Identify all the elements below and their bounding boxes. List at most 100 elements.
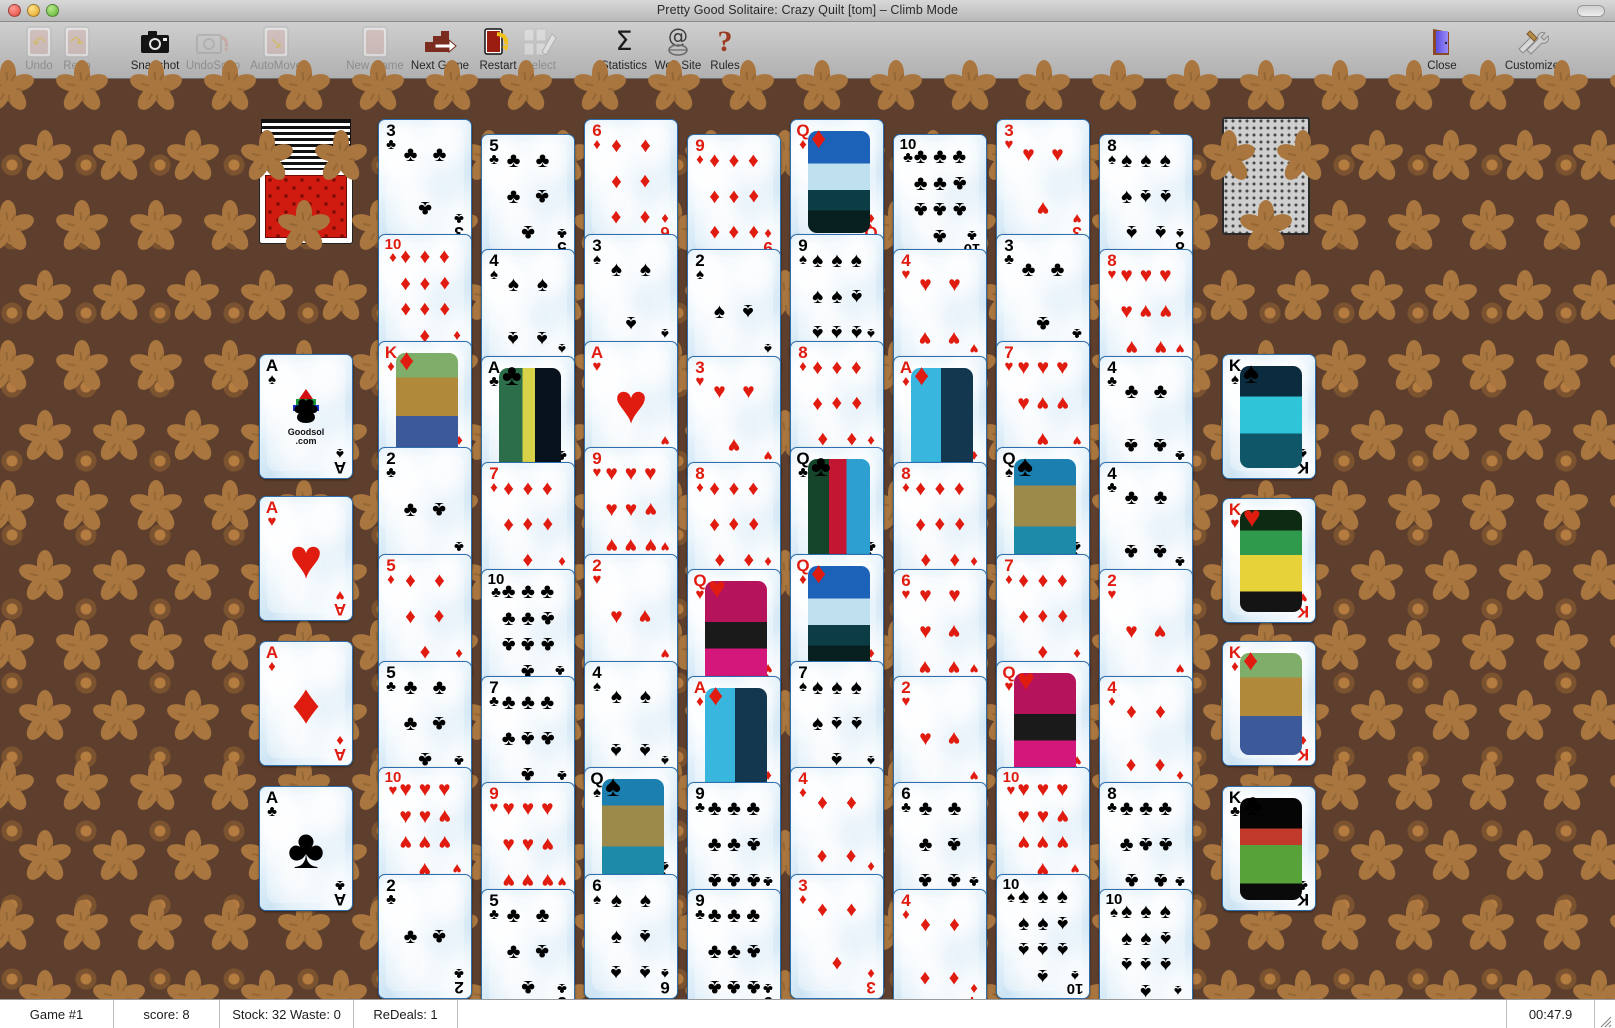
background-flower-icon <box>90 829 148 885</box>
tableau-card[interactable]: 6 ♦ 6 ♦ ♦ ♦ ♦ ♦ ♦ ♦ <box>584 119 678 244</box>
toolbar-button-label: Rules <box>710 60 740 72</box>
card-suit-overlay: ♣ <box>1243 789 1263 822</box>
waste-pile-empty[interactable] <box>1222 117 1310 235</box>
background-flower-icon <box>90 269 148 325</box>
background-flower-icon <box>1533 899 1591 955</box>
king-pile-card[interactable]: K ♥ K ♥ ♥ <box>1222 498 1316 623</box>
background-flower-icon <box>201 479 259 535</box>
background-flower-icon <box>1570 689 1615 745</box>
background-flower-icon <box>1348 829 1406 885</box>
background-flower-icon <box>1311 479 1369 535</box>
tableau-card[interactable]: 3♣3♣♣♣♣ <box>378 119 472 244</box>
play-field[interactable]: 3 ♣ 3 ♣ ♣ ♣ ♣ 5 ♣ 5 ♣ ♣ ♣ ♣ ♣ ♣ 6 ♦ 6 ♦ ♦ ♦ ♦ ♦ ♦ ♦ 9 ♦ 9 ♦ ♦ ♦ ♦ ♦ ♦ ♦ ♦ ♦ ♦ Q… <box>0 60 1615 1024</box>
card-pip-layout: ♥ ♥ ♥ ♥ ♥ ♥ ♥ ♥ ♥ <box>502 797 554 892</box>
toolbar-button-label: New Game <box>346 60 404 72</box>
tableau-card[interactable]: 2♣2♣♣♣ <box>378 874 472 999</box>
card-pip-layout: ♥ ♥ ♥ ♥ ♥ ♥ ♥ <box>1017 356 1069 451</box>
foundation-card[interactable]: A ♠ A ♠ Goodsol .com <box>259 354 353 479</box>
status-redeals: ReDeals: 1 <box>354 1000 458 1028</box>
background-flower-icon <box>1422 549 1480 605</box>
title-bar: Pretty Good Solitaire: Crazy Quilt [tom]… <box>0 0 1615 22</box>
tableau-card[interactable]: Q♦Q♦♦ <box>790 119 884 244</box>
tableau-card[interactable]: 9♣9♣♣♣♣♣♣♣♣♣♣ <box>687 889 781 1014</box>
card-pip-layout: ♦ ♦ ♦ ♦ ♦ ♦ ♦ <box>503 477 553 572</box>
background-flower-icon <box>1422 409 1480 465</box>
toolbar-customize-button[interactable]: Customize <box>1495 25 1569 77</box>
card-suit-overlay: ♠ <box>1017 450 1033 483</box>
tableau-card[interactable]: 3♥3♥♥♥♥ <box>996 119 1090 244</box>
background-flower-icon <box>1570 409 1615 465</box>
tableau-card[interactable]: 6 ♠ 6 ♠ ♠ ♠ ♠ ♠ ♠ ♠ <box>584 874 678 999</box>
tableau-card[interactable]: 10♣10♣♣♣♣♣♣♣♣♣♣♣ <box>893 134 987 259</box>
background-flower-icon <box>127 479 185 535</box>
tableau-card[interactable]: 9 ♦ 9 ♦ ♦ ♦ ♦ ♦ ♦ ♦ ♦ ♦ ♦ <box>687 134 781 259</box>
tableau-card[interactable]: 8 ♠ 8 ♠ ♠ ♠ ♠ ♠ ♠ ♠ ♠ ♠ <box>1099 134 1193 259</box>
background-flower-icon <box>1348 129 1406 185</box>
background-flower-icon <box>1348 549 1406 605</box>
background-flower-icon <box>1311 899 1369 955</box>
card-pip-layout: ♦ ♦ ♦ ♦ ♦ ♦ <box>611 134 651 229</box>
foundation-card[interactable]: A ♥ A ♥ ♥ <box>259 496 353 621</box>
card-suit-overlay: ♣ <box>811 450 831 483</box>
background-flower-icon <box>1385 479 1443 535</box>
background-flower-icon <box>53 759 111 815</box>
foundation-card[interactable]: A ♣ A ♣ ♣ <box>259 786 353 911</box>
card-suit-overlay: ♥ <box>708 572 726 605</box>
tableau-card[interactable]: 10♠10♠♠♠♠♠♠♠♠♠♠♠ <box>996 874 1090 999</box>
automove-card-icon: ↘ <box>263 25 289 58</box>
card-pip-layout: ♣ ♣ ♣ ♣ ♣ ♣ ♣ ♣ ♣ ♣ <box>913 144 967 249</box>
card-pip-layout: ♠ ♠ ♠ <box>610 258 652 335</box>
background-flower-icon <box>1533 619 1591 675</box>
card-pip-layout: ♣ ♣ ♣ ♣ ♣ ♣ <box>918 797 962 892</box>
card-pip-layout: ♥ ♥ ♥ ♥ <box>919 273 961 350</box>
toolbar-close-button[interactable]: Close <box>1405 25 1479 77</box>
card-pip-layout: ♦ ♦ ♦ ♦ ♦ ♦ ♦ <box>1018 569 1068 664</box>
background-flower-icon <box>201 619 259 675</box>
toolbar-rules-button[interactable]: ? Rules <box>688 25 762 77</box>
background-flower-icon <box>1607 899 1615 955</box>
toolbar-toggle-button[interactable] <box>1577 5 1605 17</box>
background-flower-icon <box>1570 129 1615 185</box>
background-flower-icon <box>1311 199 1369 255</box>
card-pip-layout: ♥ ♥ ♥ ♥ ♥ ♥ ♥ ♥ ♥ ♥ <box>1017 777 1069 882</box>
background-flower-icon <box>0 899 37 955</box>
card-pip-layout: ♦ ♦ ♦ ♦ <box>920 913 960 990</box>
tableau-card[interactable]: 5♣5♣♣♣♣♣♣ <box>481 134 575 259</box>
card-suit-overlay: ♦ <box>811 557 827 590</box>
toolbar-new-game-button: New Game <box>338 25 412 77</box>
background-flower-icon <box>1496 409 1554 465</box>
tableau-card[interactable]: 4♦4♦♦♦♦♦ <box>893 889 987 1014</box>
tableau-card[interactable]: 3 ♦ 3 ♦ ♦ ♦ ♦ <box>790 874 884 999</box>
tableau-card[interactable]: 5♣5♣♣♣♣♣♣ <box>481 889 575 1014</box>
resize-grip[interactable] <box>1595 1000 1615 1028</box>
tableau-card[interactable]: 10♠10♠♠♠♠♠♠♠♠♠♠♠ <box>1099 889 1193 1014</box>
card-center-pip: ♥ <box>289 527 323 590</box>
solitaire-window: Pretty Good Solitaire: Crazy Quilt [tom]… <box>0 0 1615 1028</box>
background-flower-icon <box>238 269 296 325</box>
card-pip-layout: ♣ ♣ ♣ ♣ ♣ ♣ ♣ ♣ ♣ <box>707 797 761 892</box>
background-flower-icon <box>1607 619 1615 675</box>
card-pip-layout: ♦ ♦ ♦ ♦ ♦ ♦ ♦ ♦ <box>812 356 862 451</box>
toolbar-select-button: Select <box>503 25 577 77</box>
background-flower-icon <box>1459 619 1517 675</box>
background-flower-icon <box>1348 689 1406 745</box>
king-pile-card[interactable]: K ♣ K ♣ ♣ <box>1222 786 1316 911</box>
king-pile-card[interactable]: K ♦ K ♦ ♦ <box>1222 641 1316 766</box>
background-flower-icon <box>1533 759 1591 815</box>
card-pip-layout: ♥ ♥ ♥ ♥ ♥ ♥ ♥ ♥ ♥ ♥ <box>399 777 451 882</box>
stock-pile[interactable] <box>259 119 353 244</box>
goodsol-logo: Goodsol .com <box>283 385 329 446</box>
card-pip-layout: ♥ ♥ ♥ ♥ ♥ ♥ <box>919 584 961 679</box>
background-flower-icon <box>1459 339 1517 395</box>
king-pile-card[interactable]: K ♠ K ♠ ♠ <box>1222 354 1316 479</box>
background-flower-icon <box>0 199 37 255</box>
card-pip-layout: ♦ ♦ ♦ ♦ <box>1126 700 1166 777</box>
background-flower-icon <box>1459 479 1517 535</box>
card-pip-layout: ♦ ♦ ♦ ♦ ♦ ♦ ♦ ♦ <box>709 477 759 572</box>
foundation-card[interactable]: A ♦ A ♦ ♦ <box>259 641 353 766</box>
background-flower-icon <box>16 829 74 885</box>
door-icon <box>1427 25 1457 58</box>
card-back-red[interactable] <box>259 169 353 244</box>
background-flower-icon <box>127 899 185 955</box>
card-pip-layout: ♠ ♠ ♠ ♠ ♠ ♠ ♠ ♠ ♠ <box>812 249 862 344</box>
